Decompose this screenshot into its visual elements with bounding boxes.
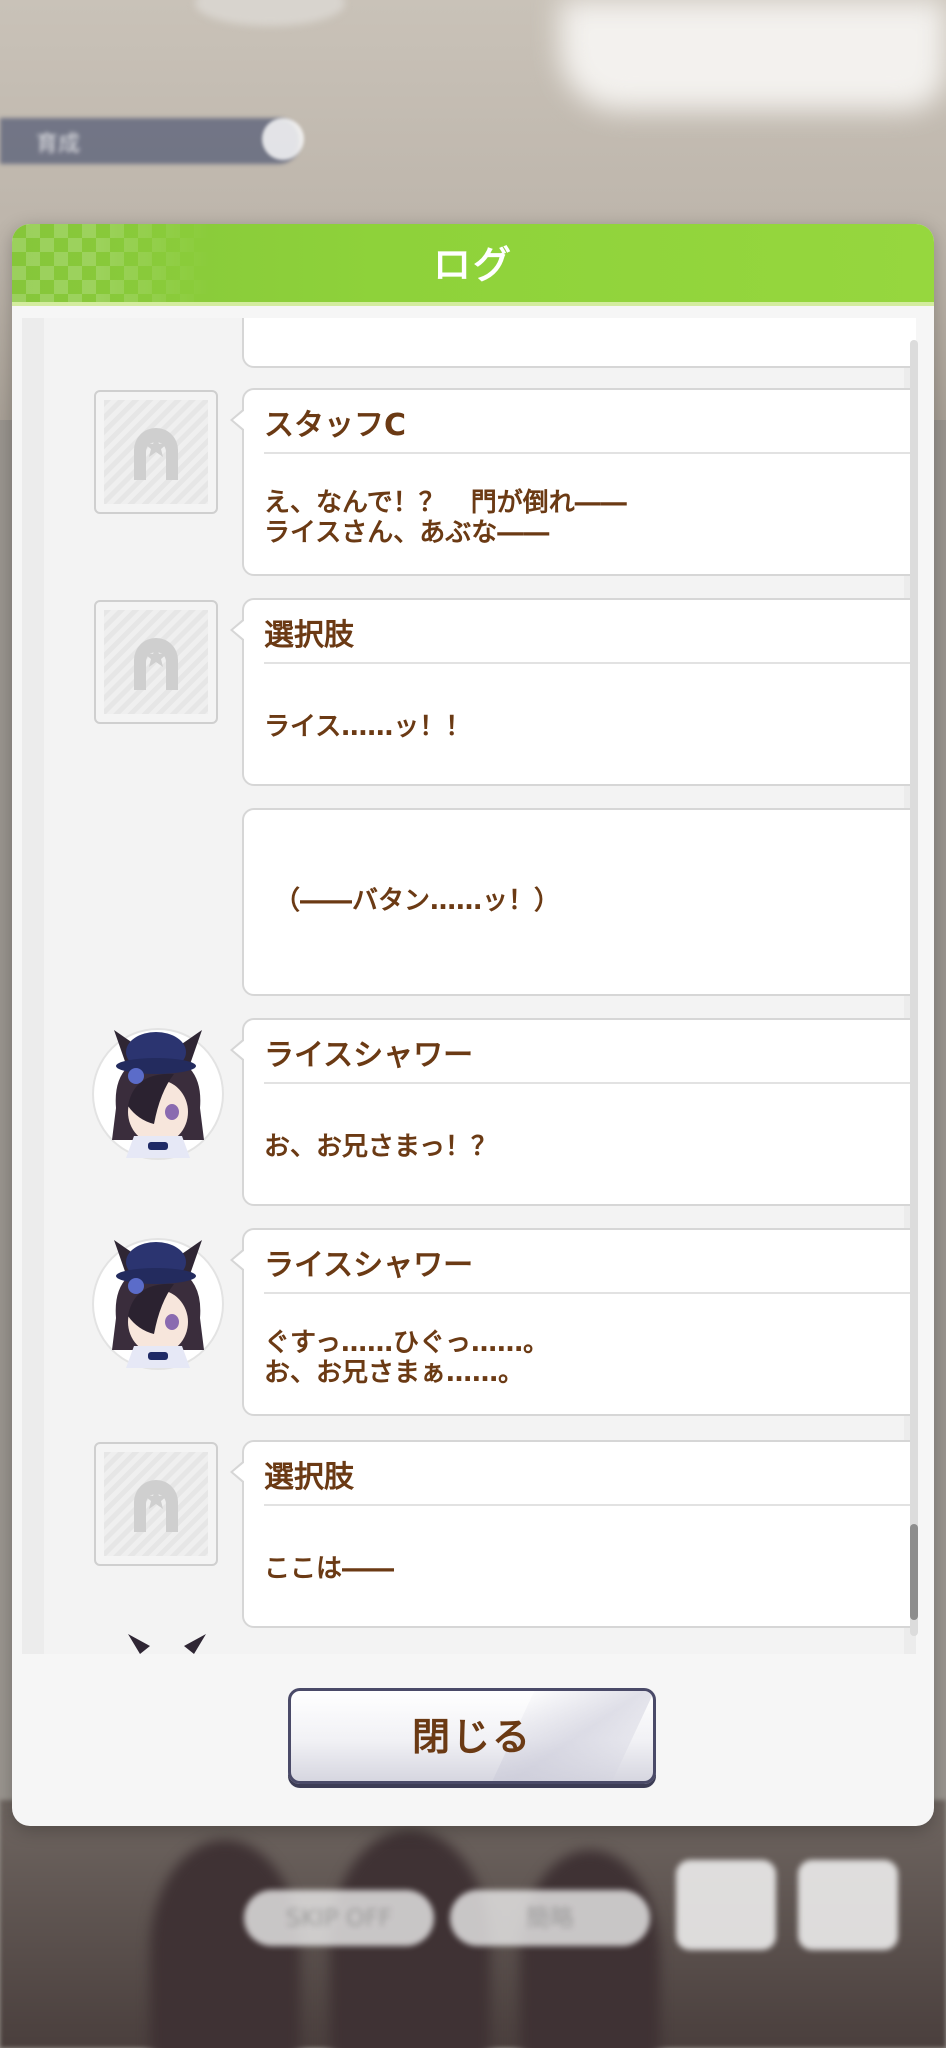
horseshoe-placeholder-icon [94,390,218,514]
log-entry: スタッフC え、なんで！？ 門が倒れ―― ライスさん、あぶな―― [230,388,916,576]
hud-name-label: 育成 [36,132,81,157]
log-entry: 選択肢 ライス……ッ！！ [230,598,916,786]
log-message: お、お兄さまっ！？ [264,1132,497,1162]
divider [264,1504,916,1506]
speaker-name: スタッフC [264,408,407,443]
dialog-title: ログ [432,243,513,287]
log-dialog: ログ スタッフC え、なんで！？ 門が倒れ―― ライスさん、あぶな―― 選択肢 … [12,224,934,1826]
dialog-header: ログ [12,224,934,306]
background-figure [520,1850,660,2048]
speaker-name: ライスシャワー [264,1248,474,1283]
scrollbar-track[interactable] [910,340,918,1636]
divider [264,662,916,664]
header-underline [12,302,934,306]
log-entry: 選択肢 ここは―― [230,1440,916,1628]
speaker-name: 選択肢 [264,1460,354,1495]
horseshoe-placeholder-icon [94,1442,218,1566]
log-message: ここは―― [264,1554,395,1584]
log-menu-icon[interactable] [676,1860,776,1950]
close-button[interactable]: 閉じる [288,1688,656,1784]
log-message: ライス……ッ！！ [264,712,472,742]
log-entry-partial [242,318,916,368]
close-button-label: 閉じる [411,1715,532,1759]
log-message: ぐすっ……ひぐっ……。 お、お兄さまぁ……。 [264,1328,549,1388]
rice-shower-avatar [94,1030,222,1158]
horseshoe-placeholder-icon [94,600,218,724]
skip-button[interactable]: SKIP OFF [244,1890,434,1946]
speaker-name: ライスシャワー [264,1038,474,1073]
hud-name-plate: 育成 [0,118,300,164]
log-message: え、なんで！？ 門が倒れ―― ライスさん、あぶな―― [264,488,627,548]
log-entry-narration: （――バタン……ッ！） [242,808,916,996]
divider [264,452,916,454]
hamburger-menu-icon[interactable] [798,1860,898,1950]
scrollbar-thumb[interactable] [910,1524,918,1620]
ceiling-light [560,0,946,110]
avatar-partial [122,1634,212,1654]
divider [264,1082,916,1084]
auto-label: 簡略 [526,1904,574,1932]
log-scroll-area[interactable]: スタッフC え、なんで！？ 門が倒れ―― ライスさん、あぶな―― 選択肢 ライス… [22,318,916,1654]
divider [264,1292,916,1294]
speaker-name: 選択肢 [264,618,354,653]
log-entry: ライスシャワー ぐすっ……ひぐっ……。 お、お兄さまぁ……。 [230,1228,916,1416]
log-entry: ライスシャワー お、お兄さまっ！？ [230,1018,916,1206]
rice-shower-avatar [94,1240,222,1368]
hud-info-icon [262,118,304,160]
auto-button[interactable]: 簡略 [450,1890,650,1946]
log-message: （――バタン……ッ！） [274,886,561,916]
skip-label: SKIP OFF [285,1904,393,1932]
